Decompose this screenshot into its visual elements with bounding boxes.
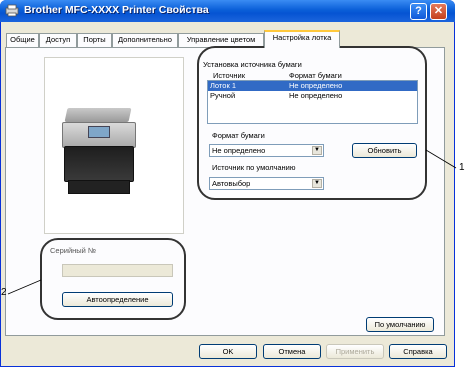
chevron-down-icon[interactable]: ▼ <box>312 146 322 155</box>
paper-format-label: Формат бумаги <box>212 131 265 140</box>
ok-button[interactable]: OK <box>199 344 257 359</box>
printer-illustration <box>62 108 136 200</box>
column-header-format: Формат бумаги <box>289 71 342 80</box>
paper-format-value: Не определено <box>212 146 266 155</box>
update-button[interactable]: Обновить <box>352 143 417 158</box>
restore-defaults-button[interactable]: По умолчанию <box>366 317 434 332</box>
window-title: Brother MFC-XXXX Printer Свойства <box>24 4 209 16</box>
chevron-down-icon[interactable]: ▼ <box>312 179 322 188</box>
paper-source-group-title: Установка источника бумаги <box>203 60 302 69</box>
callout-number-2: 2 <box>1 287 7 298</box>
paper-format-select[interactable]: Не определено ▼ <box>209 144 324 157</box>
tab-general[interactable]: Общие <box>6 33 39 47</box>
apply-button[interactable]: Применить <box>326 344 384 359</box>
tab-color-management[interactable]: Управление цветом <box>178 33 264 47</box>
printer-tray <box>68 180 130 194</box>
list-item-format: Не определено <box>289 91 343 100</box>
column-header-source: Источник <box>213 71 246 80</box>
autodetect-button[interactable]: Автоопределение <box>62 292 173 307</box>
printer-lcd <box>88 126 110 138</box>
cancel-button[interactable]: Отмена <box>263 344 321 359</box>
tab-tray-settings[interactable]: Настройка лотка <box>264 30 340 48</box>
tab-ports[interactable]: Порты <box>77 33 112 47</box>
tab-advanced[interactable]: Дополнительно <box>112 33 178 47</box>
list-item-source: Ручной <box>210 91 236 100</box>
printer-body-front <box>64 146 134 182</box>
serial-group-title: Серийный № <box>50 246 96 255</box>
close-icon[interactable]: ✕ <box>430 3 447 20</box>
default-source-value: Автовыбор <box>212 179 251 188</box>
list-item-source: Лоток 1 <box>210 81 236 90</box>
tab-sharing[interactable]: Доступ <box>39 33 77 47</box>
help-button[interactable]: Справка <box>389 344 447 359</box>
list-item-format: Не определено <box>289 81 343 90</box>
callout-number-1: 1 <box>459 162 465 173</box>
scanner-lid <box>64 108 132 122</box>
help-icon[interactable]: ? <box>410 3 427 20</box>
default-source-label: Источник по умолчанию <box>212 163 296 172</box>
printer-icon <box>5 4 19 17</box>
serial-number-field[interactable] <box>62 264 173 277</box>
default-source-select[interactable]: Автовыбор ▼ <box>209 177 324 190</box>
